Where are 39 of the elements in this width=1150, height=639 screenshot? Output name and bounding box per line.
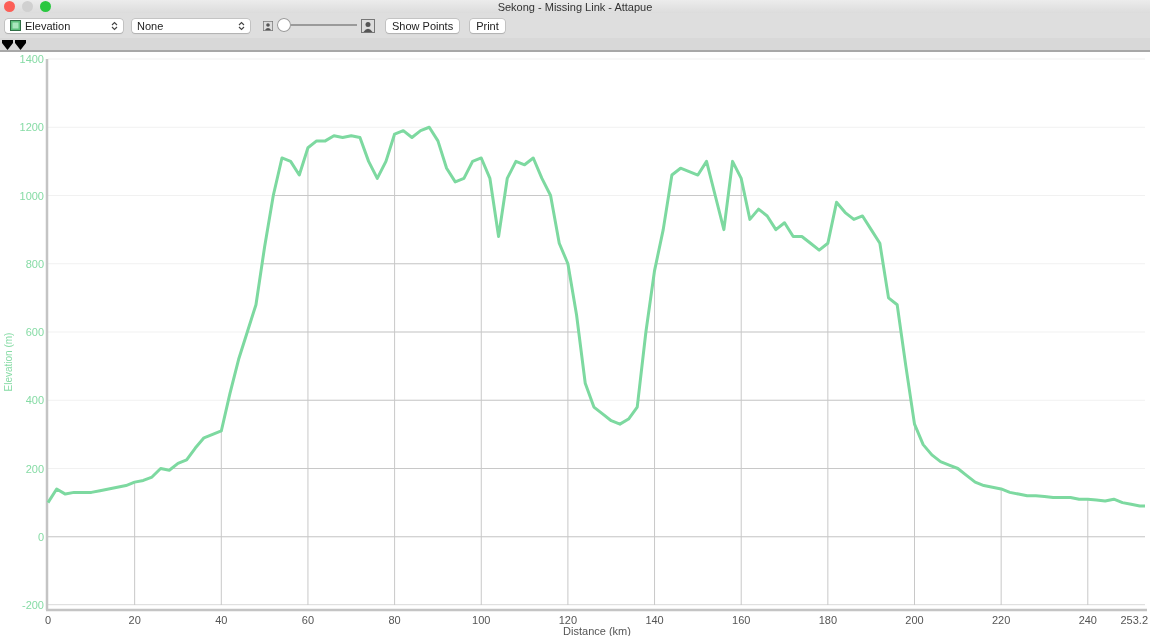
x-tick-label: 140 xyxy=(645,614,664,626)
x-tick-label: 60 xyxy=(301,614,315,626)
dropdown[interactable]: Elevation xyxy=(5,18,123,33)
x-tick-label: 80 xyxy=(388,614,401,626)
dropdown[interactable]: None xyxy=(132,18,250,33)
y-tick-label: 200 xyxy=(25,462,44,475)
window-title: Sekong - Missing Link - Attapue xyxy=(497,0,653,13)
y-tick-label: 600 xyxy=(25,326,44,338)
chart-icon xyxy=(10,20,21,31)
toolbar-button[interactable]: Show Points xyxy=(386,18,460,33)
y-tick-label: 1200 xyxy=(19,121,44,134)
close-button[interactable] xyxy=(4,1,15,12)
small-person-icon[interactable] xyxy=(263,20,273,31)
y-tick-label: -200 xyxy=(21,599,44,611)
updown-icon xyxy=(238,20,245,31)
y-tick-label: 400 xyxy=(25,394,44,407)
x-tick-label: 160 xyxy=(732,614,751,626)
y-tick-label: 1000 xyxy=(19,189,44,202)
x-tick-label: 120 xyxy=(558,614,578,626)
updown-icon xyxy=(111,20,118,31)
x-tick-label: 100 xyxy=(472,614,491,626)
large-person-icon[interactable] xyxy=(361,18,375,33)
x-tick-label: 40 xyxy=(215,614,228,626)
marker-icon[interactable] xyxy=(15,40,26,50)
y-tick-label: 0 xyxy=(37,530,44,543)
slider-thumb[interactable] xyxy=(277,18,291,32)
toolbar-button[interactable]: Print xyxy=(470,18,505,33)
x-tick-label: 253.2 xyxy=(1120,614,1148,626)
y-tick-label: 800 xyxy=(25,257,44,270)
x-tick-label: 180 xyxy=(818,614,838,626)
x-tick-label: 0 xyxy=(44,614,52,626)
zoom-button[interactable] xyxy=(40,1,51,12)
marker-icon[interactable] xyxy=(2,40,13,50)
x-tick-label: 20 xyxy=(128,614,141,626)
y-axis-title: Elevation (m) xyxy=(3,332,14,392)
x-tick-label: 240 xyxy=(1078,614,1097,626)
x-tick-label: 200 xyxy=(905,614,924,626)
y-tick-label: 1400 xyxy=(19,53,44,65)
x-tick-label: 220 xyxy=(992,614,1011,626)
